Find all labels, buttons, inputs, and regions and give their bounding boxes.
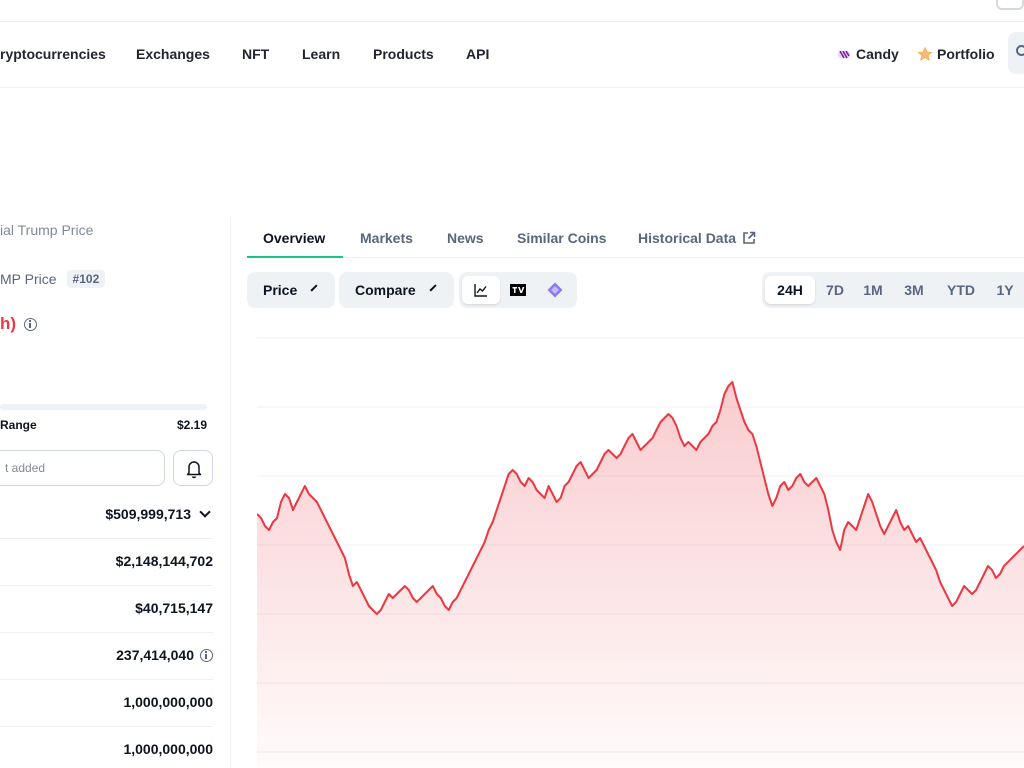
range-1m[interactable]: 1M — [855, 276, 891, 304]
nav-item-nft[interactable]: NFT — [242, 46, 269, 62]
stat-value: 237,414,040 — [116, 647, 194, 663]
tab-historical-data-label: Historical Data — [638, 230, 737, 246]
price-alert-field[interactable]: t added — [0, 450, 165, 486]
nav-item-cryptocurrencies[interactable]: ryptocurrencies — [0, 46, 106, 62]
tab-similar-coins[interactable]: Similar Coins — [517, 230, 606, 246]
range-ytd[interactable]: YTD — [938, 276, 984, 304]
stat-value: 1,000,000,000 — [123, 694, 213, 710]
compare-dropdown[interactable]: Compare — [339, 272, 454, 308]
price-alert-button[interactable] — [173, 450, 213, 486]
range-3m[interactable]: 3M — [893, 276, 935, 304]
price-chart[interactable] — [257, 320, 1024, 768]
stat-row: 237,414,040 — [0, 633, 213, 680]
top-control[interactable] — [996, 0, 1024, 10]
nav-item-exchanges[interactable]: Exchanges — [136, 46, 210, 62]
star-icon — [917, 46, 933, 61]
coin-info-panel: ial Trump Price MP Price #102 h) Range $… — [0, 210, 230, 768]
external-link-icon — [743, 231, 756, 244]
tab-news[interactable]: News — [447, 230, 484, 246]
search-icon — [1016, 45, 1024, 56]
stat-market-cap[interactable]: $509,999,713 — [0, 492, 213, 539]
range-1y[interactable]: 1Y — [988, 276, 1022, 304]
chevron-down-icon — [199, 506, 211, 518]
info-icon[interactable] — [24, 317, 38, 331]
bell-icon — [186, 461, 202, 479]
candy-link[interactable]: Candy — [836, 46, 899, 62]
stat-row: 1,000,000,000 — [0, 680, 213, 727]
candy-icon — [838, 50, 850, 59]
portfolio-link[interactable]: Portfolio — [917, 46, 995, 62]
range-7d[interactable]: 7D — [816, 276, 854, 304]
tab-bar: Overview Markets News Similar Coins Hist… — [247, 218, 1024, 258]
breadcrumb[interactable]: ial Trump Price — [0, 222, 93, 238]
line-chart-button[interactable] — [462, 276, 500, 304]
chart-type-toggle — [459, 272, 577, 308]
stat-value: $2,148,144,702 — [115, 553, 213, 569]
search-button[interactable] — [1008, 32, 1024, 74]
nav-item-api[interactable]: API — [466, 46, 489, 62]
chevron-down-icon — [310, 284, 318, 292]
price-dropdown-label: Price — [263, 282, 298, 298]
range-24h[interactable]: 24H — [765, 276, 815, 304]
nav-item-learn[interactable]: Learn — [302, 46, 340, 62]
stat-row: $2,148,144,702 — [0, 539, 213, 586]
tradingview-button[interactable] — [499, 276, 537, 304]
price-dropdown[interactable]: Price — [247, 272, 335, 308]
compare-dropdown-label: Compare — [355, 282, 416, 298]
ai-chart-button[interactable] — [536, 276, 574, 304]
stat-value: 1,000,000,000 — [123, 741, 213, 757]
price-change: h) — [0, 314, 38, 334]
active-tab-indicator — [247, 256, 343, 258]
nav-item-products[interactable]: Products — [373, 46, 434, 62]
candy-label: Candy — [856, 46, 899, 62]
info-icon[interactable] — [200, 648, 213, 662]
time-range-selector: 24H 7D 1M 3M YTD 1Y — [762, 272, 1024, 308]
stat-row: 1,000,000,000 — [0, 727, 213, 768]
stat-value: $509,999,713 — [105, 506, 191, 522]
column-divider — [230, 218, 231, 768]
price-area — [257, 382, 1024, 768]
price-range-label: Range — [0, 418, 37, 432]
stat-row: $40,715,147 — [0, 586, 213, 633]
portfolio-label: Portfolio — [937, 46, 995, 62]
coin-name-row: MP Price #102 — [0, 270, 106, 288]
tradingview-icon — [510, 284, 526, 296]
tab-overview[interactable]: Overview — [263, 230, 325, 246]
top-strip — [0, 0, 1024, 22]
chevron-down-icon — [429, 284, 437, 292]
price-range-bar — [0, 404, 207, 410]
stat-value: $40,715,147 — [135, 600, 213, 616]
diamond-icon — [547, 282, 563, 298]
price-range-row: Range $2.19 — [0, 418, 207, 432]
rank-badge: #102 — [66, 270, 106, 288]
line-chart-icon — [474, 284, 487, 297]
price-change-label: h) — [0, 314, 17, 333]
tab-markets[interactable]: Markets — [360, 230, 413, 246]
tab-historical-data[interactable]: Historical Data — [638, 230, 756, 246]
price-range-high: $2.19 — [176, 418, 207, 432]
coin-name: MP Price — [0, 271, 57, 287]
main-nav: ryptocurrencies Exchanges NFT Learn Prod… — [0, 22, 1024, 88]
